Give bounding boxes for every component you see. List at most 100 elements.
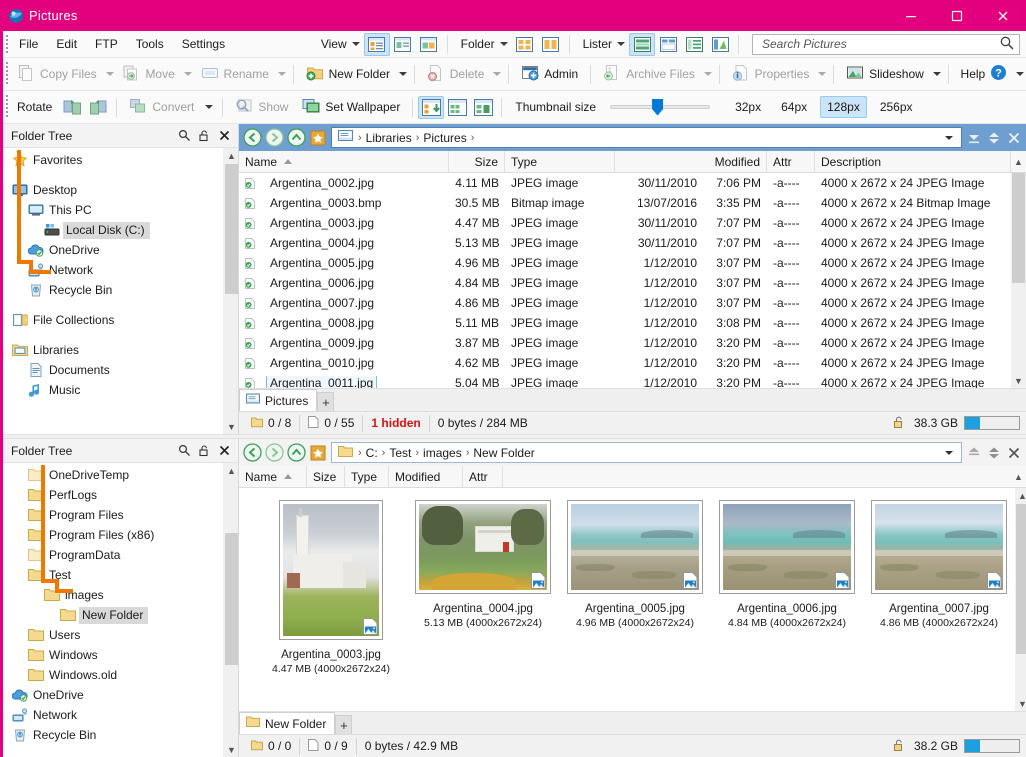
forward-icon[interactable] [263, 442, 285, 464]
tree-item-file-collections[interactable]: File Collections [3, 310, 223, 330]
tree-item-perflogs[interactable]: PerfLogs [3, 485, 223, 505]
move-button[interactable]: Move [115, 61, 181, 88]
column-header-name[interactable]: Name [239, 466, 307, 487]
bottom-breadcrumb-field[interactable]: › C: › Test › images › New Folder [331, 442, 962, 463]
tree-item-onedrive[interactable]: OneDrive [3, 685, 223, 705]
unlock-icon[interactable] [892, 738, 906, 755]
column-header-modified[interactable]: Modified [389, 466, 463, 487]
tree-item-documents[interactable]: Documents [3, 360, 223, 380]
help-button[interactable]: Help ? [954, 61, 1015, 88]
breadcrumb-segment-libraries[interactable]: Libraries [364, 131, 414, 145]
forward-icon[interactable] [263, 127, 285, 149]
rotate-left-button[interactable] [59, 96, 85, 119]
delete-button[interactable]: Delete [420, 61, 492, 88]
table-row[interactable]: Argentina_0006.jpg4.84 MBJPEG image1/12/… [239, 273, 1011, 293]
tree-item-local-disk-c[interactable]: Local Disk (C:) [3, 220, 223, 240]
table-row[interactable]: Argentina_0011.jpg5.04 MBJPEG image1/12/… [239, 373, 1011, 388]
rename-dropdown[interactable] [276, 61, 288, 88]
slider-thumb[interactable] [652, 99, 663, 116]
menu-ftp[interactable]: FTP [86, 33, 127, 56]
stack-button[interactable] [470, 96, 496, 119]
expand-icon[interactable] [984, 127, 1004, 149]
thumbnail-image[interactable] [415, 500, 551, 594]
scroll-down-icon[interactable]: ▼ [1011, 373, 1026, 388]
tree-item-network[interactable]: Network [3, 705, 223, 725]
thumbnail-size-128-button[interactable]: 128px [820, 96, 867, 118]
copy-files-button[interactable]: Copy Files [10, 61, 104, 88]
top-tab-pictures[interactable]: Pictures [239, 389, 317, 411]
tree-item-program-files-x86[interactable]: Program Files (x86) [3, 525, 223, 545]
table-row[interactable]: Argentina_0004.jpg5.13 MBJPEG image30/11… [239, 233, 1011, 253]
scroll-thumb[interactable] [1012, 173, 1025, 283]
new-folder-dropdown[interactable] [397, 61, 409, 88]
sort-descending-button[interactable] [418, 96, 444, 119]
tree-item-this-pc[interactable]: This PC [3, 200, 223, 220]
thumbnail-item[interactable]: Argentina_0003.jpg4.47 MB (4000x2672x24) [255, 500, 407, 676]
scroll-thumb[interactable] [1016, 504, 1026, 654]
admin-button[interactable]: Admin [514, 61, 585, 88]
up-icon[interactable] [285, 442, 307, 464]
breadcrumb-segment-new-folder[interactable]: New Folder [471, 446, 536, 460]
show-button[interactable]: Show [228, 94, 295, 121]
top-add-tab-button[interactable]: + [317, 392, 334, 411]
column-header-size[interactable]: Size [307, 466, 345, 487]
move-dropdown[interactable] [182, 61, 194, 88]
favorite-icon[interactable] [307, 442, 329, 464]
folder-pair-button[interactable] [538, 33, 564, 56]
close-icon[interactable] [1004, 442, 1024, 464]
close-icon[interactable] [214, 126, 234, 146]
thumbnail-size-32-button[interactable]: 32px [728, 96, 768, 118]
scroll-down-icon[interactable]: ▼ [224, 742, 238, 757]
thumbnail-item[interactable]: Argentina_0006.jpg4.84 MB (4000x2672x24) [711, 500, 863, 630]
close-icon[interactable] [214, 441, 234, 461]
properties-dropdown[interactable] [816, 61, 828, 88]
top-breadcrumb-field[interactable]: › Libraries › Pictures › [331, 127, 962, 148]
view-mode-tiles-button[interactable] [390, 33, 416, 56]
scroll-down-icon[interactable]: ▼ [1015, 696, 1026, 711]
toolbar-gripper[interactable] [3, 58, 10, 90]
column-header-description[interactable]: Description [815, 151, 1011, 172]
collapse-icon[interactable] [964, 442, 984, 464]
lister-tree-button[interactable] [707, 33, 733, 56]
top-list-scrollbar[interactable]: ▼ [1011, 173, 1026, 388]
group-button[interactable] [444, 96, 470, 119]
column-header-name[interactable]: Name [239, 151, 449, 172]
tree-item-programdata[interactable]: ProgramData [3, 545, 223, 565]
slideshow-dropdown[interactable] [931, 61, 943, 88]
unlock-icon[interactable] [892, 415, 906, 432]
tree-item-onedrivetemp[interactable]: OneDriveTemp [3, 465, 223, 485]
menu-file[interactable]: File [10, 33, 47, 56]
scroll-up-icon[interactable]: ▲ [1011, 466, 1026, 488]
column-header-size[interactable]: Size [449, 151, 505, 172]
table-row[interactable]: Argentina_0003.jpg4.47 MBJPEG image30/11… [239, 213, 1011, 233]
search-icon[interactable] [174, 126, 194, 146]
top-tree-scrollbar[interactable]: ▲ ▼ [223, 148, 238, 434]
unlock-icon[interactable] [194, 441, 214, 461]
folder-grid-button[interactable] [512, 33, 538, 56]
thumbnail-image[interactable] [279, 500, 383, 640]
menu-edit[interactable]: Edit [47, 33, 86, 56]
tree-item-music[interactable]: Music [3, 380, 223, 400]
menu-settings[interactable]: Settings [173, 33, 234, 56]
breadcrumb-segment-images[interactable]: images [421, 446, 464, 460]
tree-item-libraries[interactable]: Libraries [3, 340, 223, 360]
column-header-attr[interactable]: Attr [767, 151, 815, 172]
unlock-icon[interactable] [194, 126, 214, 146]
table-row[interactable]: Argentina_0010.jpg4.62 MBJPEG image1/12/… [239, 353, 1011, 373]
tree-item-test[interactable]: Test [3, 565, 223, 585]
folder-menu[interactable]: Folder [453, 37, 512, 51]
lister-horizontal-button[interactable] [655, 33, 681, 56]
thumbnail-item[interactable]: Argentina_0007.jpg4.86 MB (4000x2672x24) [863, 500, 1015, 630]
thumbnail-image[interactable] [567, 500, 703, 594]
scroll-up-icon[interactable]: ▲ [224, 148, 238, 163]
column-header-type[interactable]: Type [505, 151, 615, 172]
bottom-list-scrollbar[interactable]: ▲ ▼ [1015, 488, 1026, 711]
breadcrumb-segment-c[interactable]: C: [364, 446, 380, 460]
tree-item-desktop[interactable]: Desktop [3, 180, 223, 200]
lister-vertical-button[interactable] [681, 33, 707, 56]
search-icon[interactable] [174, 441, 194, 461]
tree-item-onedrive[interactable]: OneDrive [3, 240, 223, 260]
breadcrumb-segment-pictures[interactable]: Pictures [421, 131, 468, 145]
lister-menu[interactable]: Lister [575, 37, 629, 51]
new-folder-button[interactable]: New Folder [299, 61, 397, 88]
